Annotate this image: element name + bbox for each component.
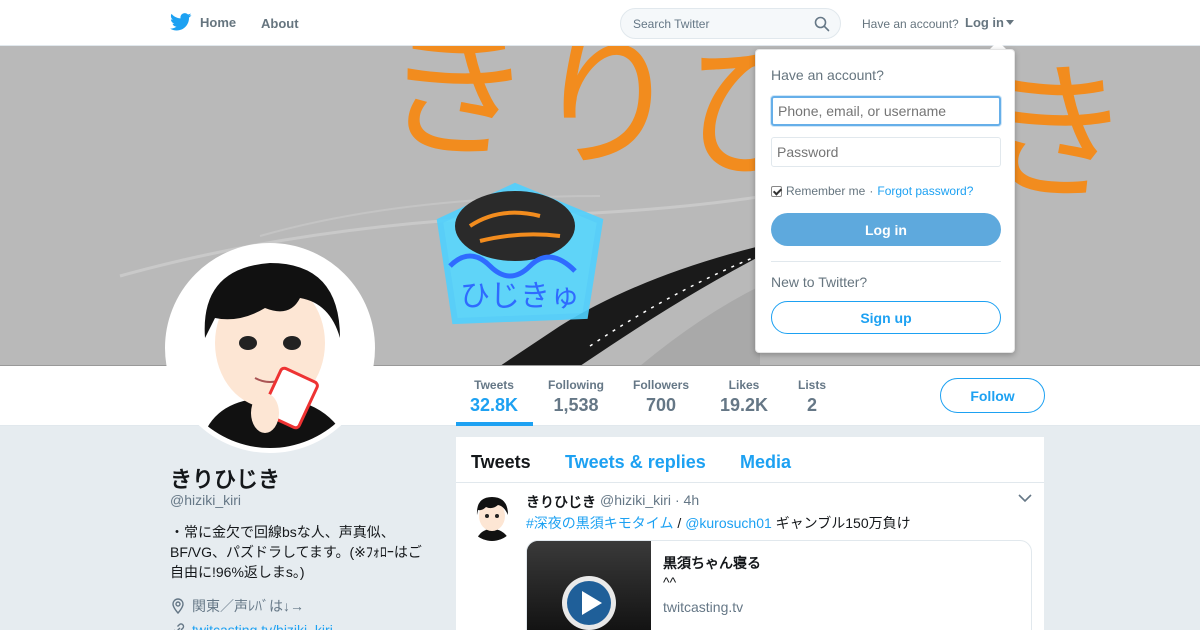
profile-bio: ・常に金欠で回線bsな人、声真似、BF/VG、パズドラしてます。(※ﾌｫﾛｰはご… xyxy=(170,524,422,580)
tab-tweets-and-replies[interactable]: Tweets & replies xyxy=(565,452,706,473)
timeline: Tweets Tweets & replies Media きりひじき @hiz… xyxy=(456,437,1044,630)
chevron-down-icon[interactable] xyxy=(1018,493,1032,503)
tweet-body: ギャンブル150万負け xyxy=(775,515,911,531)
profile-url-text[interactable]: twitcasting.tv/hiziki_kiri xyxy=(192,622,333,630)
nav-home-link[interactable]: Home xyxy=(170,13,236,31)
tweet-separator: / xyxy=(677,515,682,531)
timeline-tabs: Tweets Tweets & replies Media xyxy=(456,437,1044,483)
nav-about-link[interactable]: About xyxy=(261,16,299,31)
top-navigation-bar: Home About Search Twitter Have an accoun… xyxy=(0,0,1200,46)
tweet-avatar-illustration xyxy=(468,493,516,541)
tab-tweets[interactable]: Tweets xyxy=(471,452,531,473)
card-description: ^^ xyxy=(663,574,677,590)
search-icon[interactable] xyxy=(814,16,830,32)
follow-button[interactable]: Follow xyxy=(940,378,1045,413)
active-tab-indicator xyxy=(456,422,533,426)
tweet-timestamp[interactable]: · 4h xyxy=(675,492,699,512)
stat-value: 700 xyxy=(645,395,677,415)
new-to-twitter-text: New to Twitter? xyxy=(771,274,868,290)
profile-handle[interactable]: @hiziki_kiri xyxy=(170,492,241,508)
tweet-author-name[interactable]: きりひじき xyxy=(526,492,596,512)
tweet-author-handle[interactable]: @hiziki_kiri xyxy=(600,492,671,512)
login-link-label: Log in xyxy=(965,15,1004,30)
stat-value: 19.2K xyxy=(720,395,769,415)
username-field[interactable] xyxy=(771,96,1001,126)
tweet-text: #深夜の黒須キモタイム / @kurosuch01 ギャンブル150万負け xyxy=(526,513,911,533)
have-account-text: Have an account? xyxy=(862,17,959,31)
twitter-bird-icon xyxy=(170,13,192,31)
dropdown-divider xyxy=(771,261,1001,262)
tweet-header: きりひじき @hiziki_kiri · 4h xyxy=(526,492,699,512)
profile-location-text: 関東／声ﾚﾊﾞは↓→ xyxy=(192,598,304,614)
tweet-avatar[interactable] xyxy=(468,493,516,541)
stat-label: Followers xyxy=(633,378,690,392)
dropdown-title: Have an account? xyxy=(771,67,884,83)
stat-label: Tweets xyxy=(474,378,514,392)
card-thumbnail xyxy=(527,541,651,630)
login-dropdown-toggle[interactable]: Log in xyxy=(965,15,1014,30)
profile-name: きりひじき xyxy=(170,467,281,492)
stat-likes[interactable]: Likes 19.2K xyxy=(720,378,768,416)
link-icon xyxy=(174,623,185,630)
stat-following[interactable]: Following 1,538 xyxy=(548,378,604,416)
search-placeholder: Search Twitter xyxy=(633,17,710,31)
remember-separator: · xyxy=(869,184,874,198)
stat-label: Following xyxy=(548,378,604,392)
remember-me-label[interactable]: Remember me xyxy=(786,184,865,198)
tweet-hashtag[interactable]: #深夜の黒須キモタイム xyxy=(526,515,674,531)
profile-location: 関東／声ﾚﾊﾞは↓→ xyxy=(170,596,304,616)
link-preview-card[interactable]: 黒須ちゃん寝る ^^ twitcasting.tv xyxy=(526,540,1032,630)
card-title: 黒須ちゃん寝る xyxy=(663,555,761,571)
login-submit-button[interactable]: Log in xyxy=(771,213,1001,246)
search-input[interactable]: Search Twitter xyxy=(620,8,841,39)
stat-lists[interactable]: Lists 2 xyxy=(798,378,826,416)
nav-home-label: Home xyxy=(200,14,237,30)
caret-down-icon xyxy=(1006,19,1014,25)
tweet-mention[interactable]: @kurosuch01 xyxy=(685,515,772,531)
card-domain: twitcasting.tv xyxy=(663,599,744,615)
card-thumbnail-image xyxy=(527,541,651,630)
location-pin-icon xyxy=(172,598,184,614)
stat-followers[interactable]: Followers 700 xyxy=(633,378,689,416)
stat-value: 32.8K xyxy=(470,395,519,415)
tweet[interactable]: きりひじき @hiziki_kiri · 4h #深夜の黒須キモタイム / @k… xyxy=(456,483,1044,630)
stat-label: Likes xyxy=(728,378,760,392)
forgot-password-link[interactable]: Forgot password? xyxy=(877,184,973,198)
remember-me-checkbox[interactable] xyxy=(771,185,782,197)
stat-label: Lists xyxy=(798,378,827,392)
profile-avatar[interactable] xyxy=(165,243,375,453)
stat-value: 2 xyxy=(807,395,818,415)
tab-media[interactable]: Media xyxy=(740,452,791,473)
login-dropdown: Have an account? Remember me · Forgot pa… xyxy=(755,49,1015,353)
stat-value: 1,538 xyxy=(553,395,599,415)
profile-url[interactable]: twitcasting.tv/hiziki_kiri xyxy=(170,622,333,630)
avatar-illustration xyxy=(170,248,370,448)
banner-bowl-text: ひじきゅ xyxy=(460,279,580,314)
stat-tweets[interactable]: Tweets 32.8K xyxy=(470,378,518,416)
password-field[interactable] xyxy=(771,137,1001,167)
remember-me-row: Remember me · Forgot password? xyxy=(771,184,973,198)
signup-button[interactable]: Sign up xyxy=(771,301,1001,334)
dropdown-caret xyxy=(990,41,1006,49)
